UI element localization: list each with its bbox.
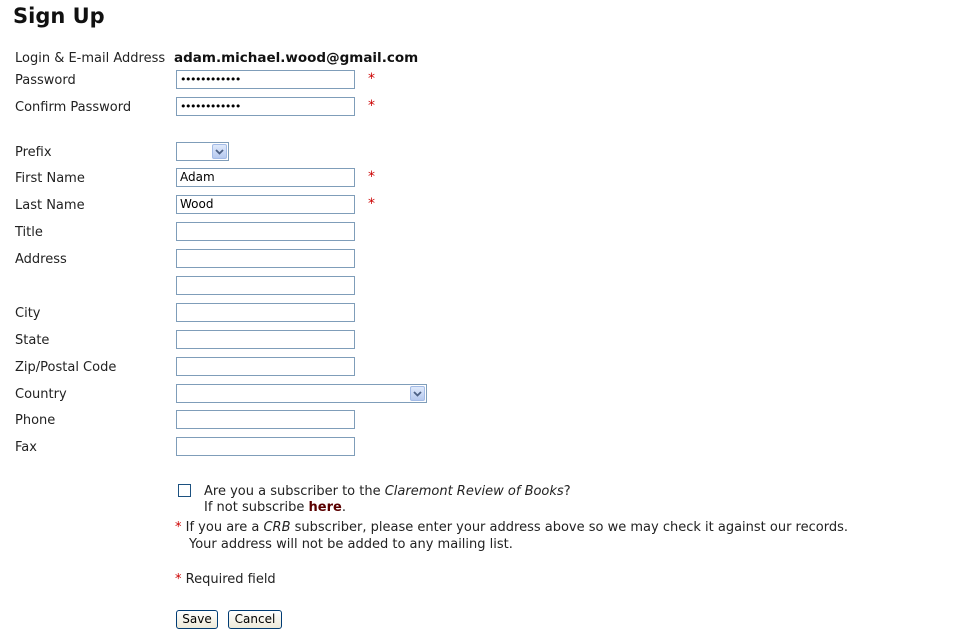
state-label: State [15,333,50,348]
password-label: Password [15,73,76,88]
subscriber-question-title: Claremont Review of Books [384,484,564,499]
crb-note-suffix: subscriber, please enter your address ab… [290,520,848,535]
title-label: Title [15,225,43,240]
subscriber-question-prefix: Are you a subscriber to the [204,484,385,499]
crb-note-required-marker: * [175,520,182,535]
first-name-label: First Name [15,171,85,186]
address-line1-input[interactable] [176,249,355,268]
subscribe-prompt-prefix: If not subscribe [204,500,309,515]
subscribe-here-link[interactable]: here [309,500,342,515]
required-legend-text: Required field [185,572,276,587]
subscriber-question: Are you a subscriber to the Claremont Re… [204,484,571,499]
crb-note-line2: Your address will not be added to any ma… [189,537,513,552]
save-button[interactable]: Save [176,610,218,629]
address-line2-input[interactable] [176,276,355,295]
confirm-password-label: Confirm Password [15,100,132,115]
confirm-password-input[interactable]: •••••••••••• [176,97,355,116]
first-name-input[interactable]: Adam [176,168,355,187]
phone-input[interactable] [176,410,355,429]
zip-label: Zip/Postal Code [15,360,117,375]
crb-note: * If you are a CRB subscriber, please en… [175,520,848,535]
first-name-required-marker: * [368,169,375,185]
country-select[interactable] [176,384,427,403]
phone-label: Phone [15,413,56,428]
chevron-down-icon[interactable] [212,144,227,159]
crb-note-prefix: If you are a [185,520,264,535]
prefix-label: Prefix [15,145,52,160]
subscribe-prompt-suffix: . [341,500,346,515]
cancel-button[interactable]: Cancel [228,610,282,629]
confirm-password-required-marker: * [368,98,375,114]
zip-input[interactable] [176,357,355,376]
required-legend-marker: * [175,572,182,587]
fax-input[interactable] [176,437,355,456]
login-email-value: adam.michael.wood@gmail.com [174,50,419,66]
page-title: Sign Up [13,4,105,28]
fax-label: Fax [15,440,37,455]
password-required-marker: * [368,71,375,87]
address-label: Address [15,252,67,267]
last-name-required-marker: * [368,196,375,212]
city-label: City [15,306,41,321]
password-input[interactable]: •••••••••••• [176,70,355,89]
subscriber-checkbox[interactable] [178,484,191,497]
last-name-label: Last Name [15,198,85,213]
chevron-down-icon[interactable] [410,386,425,401]
country-label: Country [15,387,67,402]
prefix-select[interactable] [176,142,229,161]
required-field-legend: * Required field [175,572,276,587]
login-label: Login & E-mail Address [15,51,166,66]
title-input[interactable] [176,222,355,241]
subscriber-question-suffix: ? [563,484,571,499]
last-name-input[interactable]: Wood [176,195,355,214]
crb-note-abbr: CRB [263,520,291,535]
city-input[interactable] [176,303,355,322]
subscribe-prompt: If not subscribe here. [204,500,346,515]
state-input[interactable] [176,330,355,349]
